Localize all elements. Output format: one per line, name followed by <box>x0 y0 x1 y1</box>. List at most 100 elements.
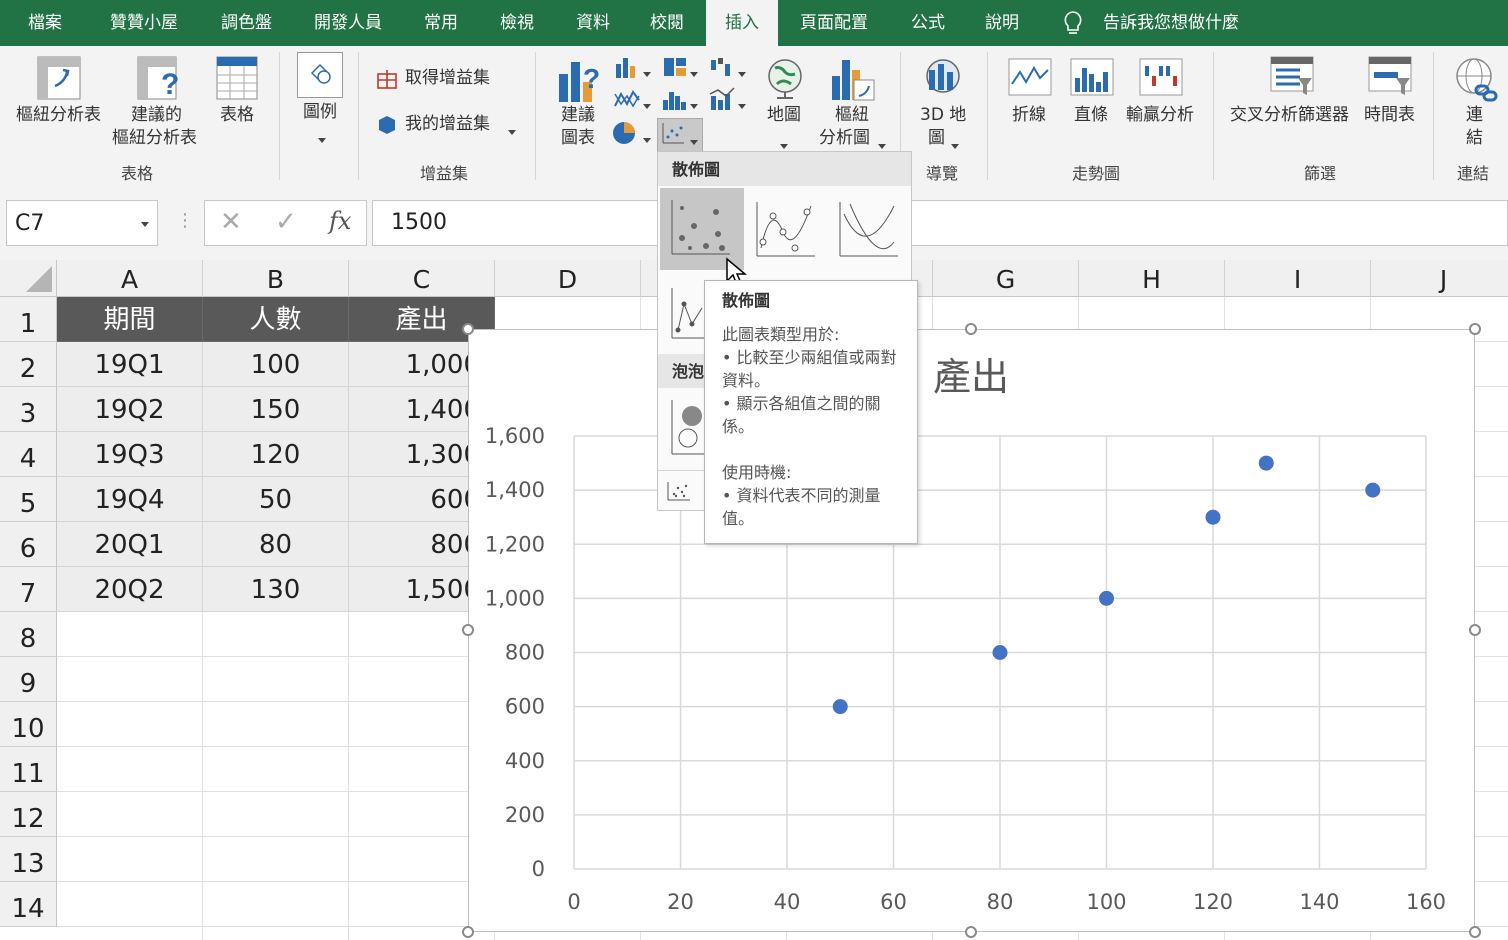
table-cell[interactable]: 19Q1 <box>57 342 203 387</box>
table-cell[interactable]: 20Q2 <box>57 567 203 612</box>
scatter-option-smooth[interactable] <box>836 192 902 262</box>
column-chart-caret[interactable] <box>643 64 651 83</box>
select-all-corner[interactable] <box>0 260 57 297</box>
hierarchy-chart-caret[interactable] <box>690 64 698 83</box>
row-header-4[interactable]: 4 <box>0 432 57 477</box>
3d-map-caret[interactable] <box>951 136 959 155</box>
pie-chart-caret[interactable] <box>643 130 651 149</box>
scatter-option-smooth-markers[interactable] <box>753 192 819 262</box>
statistic-chart-caret[interactable] <box>690 96 698 115</box>
line-chart-icon[interactable] <box>613 86 641 112</box>
chart-resize-handle[interactable] <box>965 926 977 938</box>
table-header-cell[interactable]: 期間 <box>57 297 203 342</box>
table-button[interactable]: 表格 <box>220 104 254 127</box>
pivot-chart-line1[interactable]: 樞紐 <box>835 104 869 127</box>
tab-insert[interactable]: 插入 <box>706 0 778 46</box>
table-cell[interactable]: 100 <box>203 342 349 387</box>
tab-formulas[interactable]: 公式 <box>911 0 945 46</box>
hierarchy-chart-icon[interactable] <box>661 54 689 80</box>
3d-map-line1[interactable]: 3D 地 <box>920 104 966 127</box>
formula-bar-grip[interactable]: ⋮ <box>176 210 194 231</box>
cancel-icon[interactable]: ✕ <box>220 207 242 237</box>
row-header-7[interactable]: 7 <box>0 567 57 612</box>
tab-palette[interactable]: 調色盤 <box>221 0 272 46</box>
recommended-charts-line2[interactable]: 圖表 <box>561 127 595 150</box>
row-header-9[interactable]: 9 <box>0 657 57 702</box>
row-header-2[interactable]: 2 <box>0 342 57 387</box>
table-cell[interactable]: 19Q4 <box>57 477 203 522</box>
row-header-10[interactable]: 10 <box>0 702 57 747</box>
chart-title[interactable]: 產出 <box>933 355 1009 399</box>
sparkline-line-button[interactable]: 折線 <box>1012 104 1046 127</box>
row-header-1[interactable]: 1 <box>0 297 57 342</box>
column-header-d[interactable]: D <box>495 260 641 297</box>
pie-chart-icon[interactable] <box>611 120 639 146</box>
column-chart-icon[interactable] <box>613 54 641 80</box>
tab-data[interactable]: 資料 <box>576 0 610 46</box>
table-cell[interactable]: 130 <box>203 567 349 612</box>
scatter-chart[interactable]: 產出 0 20 40 60 80 100 120 140 160 0 200 400 600 800 1,0… <box>468 329 1475 932</box>
get-addins-button[interactable]: 取得增益集 <box>405 67 490 90</box>
tab-view[interactable]: 檢視 <box>500 0 534 46</box>
line-chart-caret[interactable] <box>643 96 651 115</box>
tab-file[interactable]: 檔案 <box>28 0 62 46</box>
scatter-point[interactable] <box>992 645 1008 660</box>
my-addins-caret[interactable] <box>508 122 516 141</box>
row-header-8[interactable]: 8 <box>0 612 57 657</box>
slicer-button[interactable]: 交叉分析篩選器 <box>1230 104 1349 127</box>
recommended-charts-line1[interactable]: 建議 <box>561 104 595 127</box>
row-header-12[interactable]: 12 <box>0 792 57 837</box>
scatter-point[interactable] <box>1099 590 1114 606</box>
scatter-point[interactable] <box>832 699 848 715</box>
table-cell[interactable]: 80 <box>203 522 349 567</box>
waterfall-chart-icon[interactable] <box>708 54 736 80</box>
column-header-i[interactable]: I <box>1225 260 1371 297</box>
combo-chart-icon[interactable] <box>708 86 736 112</box>
map-chart-button[interactable]: 地圖 <box>767 104 801 127</box>
tab-home[interactable]: 常用 <box>424 0 458 46</box>
more-scatter-charts-button[interactable] <box>666 480 692 504</box>
scatter-point[interactable] <box>1365 482 1381 498</box>
illustrations-caret[interactable] <box>318 130 326 149</box>
table-cell[interactable]: 150 <box>203 387 349 432</box>
table-cell[interactable]: 19Q3 <box>57 432 203 477</box>
tab-review[interactable]: 校閱 <box>650 0 684 46</box>
chart-resize-handle[interactable] <box>1469 624 1481 636</box>
row-header-13[interactable]: 13 <box>0 837 57 882</box>
sparkline-winloss-button[interactable]: 輸贏分析 <box>1126 104 1194 127</box>
recommended-pivot-line2[interactable]: 樞紐分析表 <box>112 127 197 150</box>
scatter-point[interactable] <box>1205 509 1221 525</box>
sparkline-column-button[interactable]: 直條 <box>1074 104 1108 127</box>
table-header-cell[interactable]: 人數 <box>203 297 349 342</box>
table-cell[interactable]: 50 <box>203 477 349 522</box>
timeline-button[interactable]: 時間表 <box>1364 104 1415 127</box>
column-header-c[interactable]: C <box>349 260 495 297</box>
row-header-11[interactable]: 11 <box>0 747 57 792</box>
row-header-5[interactable]: 5 <box>0 477 57 522</box>
formula-input[interactable]: 1500 <box>372 200 1508 246</box>
waterfall-chart-caret[interactable] <box>738 64 746 83</box>
pivot-table-button[interactable]: 樞紐分析表 <box>16 104 101 127</box>
statistic-chart-icon[interactable] <box>661 86 689 112</box>
name-box[interactable]: C7 <box>6 200 158 246</box>
row-header-14[interactable]: 14 <box>0 882 57 927</box>
scatter-chart-button[interactable] <box>657 118 703 152</box>
chart-resize-handle[interactable] <box>462 323 474 335</box>
chart-resize-handle[interactable] <box>1469 323 1481 335</box>
combo-chart-caret[interactable] <box>738 96 746 115</box>
column-header-j[interactable]: J <box>1371 260 1508 297</box>
illustrations-button[interactable]: 圖例 <box>303 101 337 124</box>
scatter-point[interactable] <box>1258 455 1274 471</box>
tab-custom[interactable]: 贊贊小屋 <box>110 0 178 46</box>
column-header-a[interactable]: A <box>57 260 203 297</box>
tab-help[interactable]: 說明 <box>985 0 1019 46</box>
row-header-3[interactable]: 3 <box>0 387 57 432</box>
chart-resize-handle[interactable] <box>462 926 474 938</box>
tell-me-search[interactable]: 告訴我您想做什麼 <box>1103 0 1239 46</box>
table-cell[interactable]: 120 <box>203 432 349 477</box>
3d-map-line2[interactable]: 圖 <box>928 127 945 150</box>
enter-check-icon[interactable]: ✓ <box>275 207 297 237</box>
link-line2[interactable]: 結 <box>1466 127 1483 150</box>
row-header-6[interactable]: 6 <box>0 522 57 567</box>
pivot-chart-line2[interactable]: 分析圖 <box>819 127 870 150</box>
